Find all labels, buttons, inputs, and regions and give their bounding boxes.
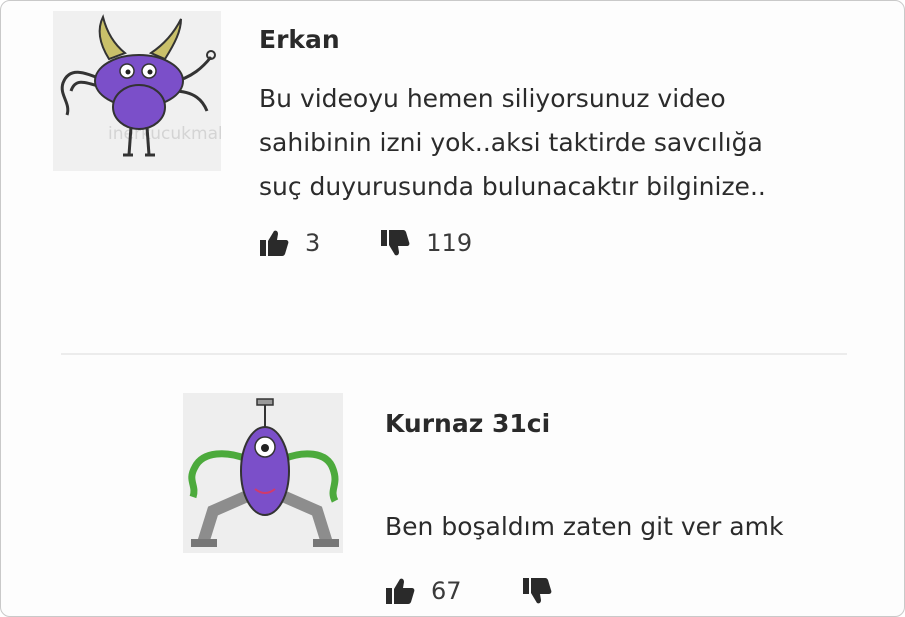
comment-thread: inerkucukmaharasbahceli Erkan Bu [0, 0, 905, 617]
dislike-count: 119 [426, 229, 473, 257]
comment-actions: 67 [385, 577, 568, 605]
svg-text:inerkucukmaharasbahceli: inerkucukmaharasbahceli [108, 124, 221, 144]
commenter-avatar[interactable] [183, 393, 343, 553]
comment-text-line: sahibinin izni yok..aksi taktirde savcıl… [259, 128, 763, 157]
comment-author[interactable]: Kurnaz 31ci [385, 409, 550, 438]
comment-text-line: Bu videoyu hemen siliyorsunuz video [259, 84, 726, 113]
thumbs-up-icon [260, 230, 289, 256]
comment-text-line: Ben boşaldım zaten git ver amk [385, 512, 784, 541]
comment-actions: 3 119 [259, 229, 472, 257]
dislike-button[interactable] [522, 577, 568, 605]
thumbs-up-icon [386, 578, 415, 604]
divider [61, 353, 847, 355]
like-count: 3 [305, 229, 321, 257]
thumbs-down-icon [381, 230, 410, 256]
comment-author[interactable]: Erkan [259, 25, 340, 54]
thumbs-down-icon [522, 578, 551, 604]
comment-text-line: suç duyurusunda bulunacaktır bilginize.. [259, 172, 766, 201]
like-count: 67 [431, 577, 462, 605]
like-button[interactable]: 67 [385, 577, 462, 605]
commenter-avatar[interactable]: inerkucukmaharasbahceli [53, 11, 221, 171]
like-button[interactable]: 3 [259, 229, 320, 257]
purple-horned-monster-avatar-icon: inerkucukmaharasbahceli [53, 11, 221, 171]
purple-cyclops-alien-avatar-icon [183, 393, 343, 553]
dislike-button[interactable]: 119 [380, 229, 472, 257]
